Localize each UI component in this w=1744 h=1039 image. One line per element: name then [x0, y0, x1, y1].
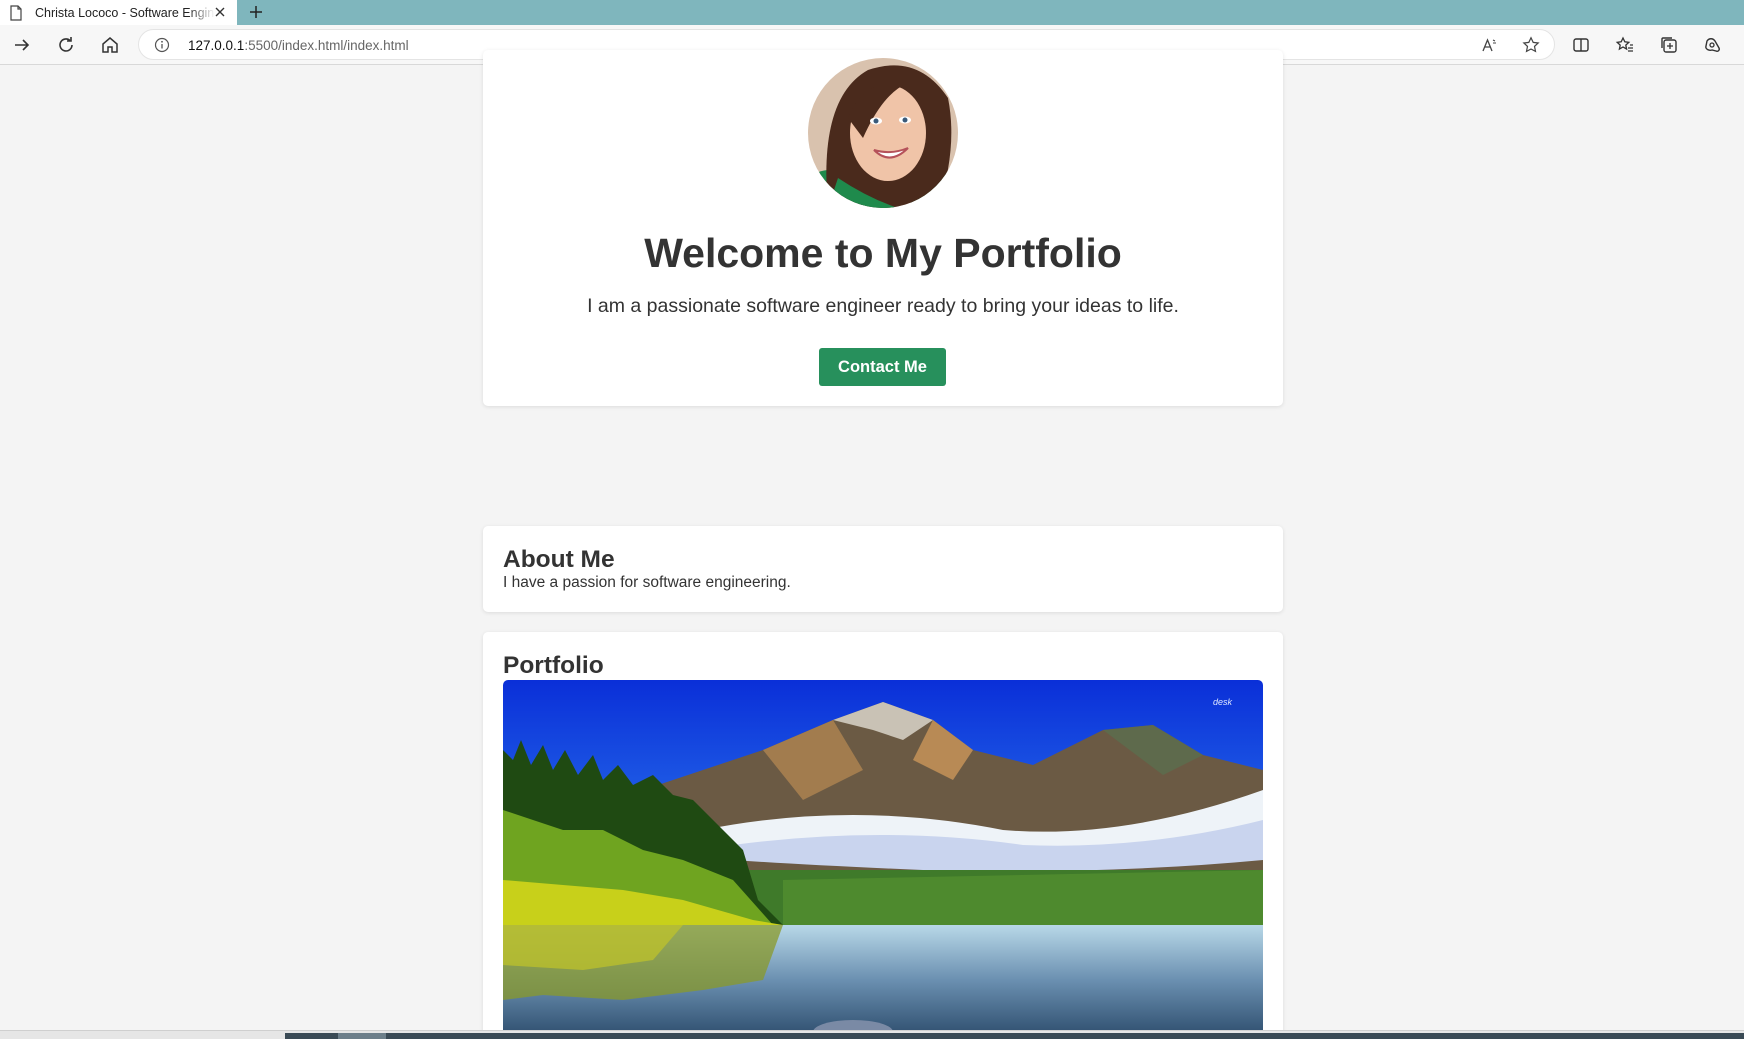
read-aloud-icon[interactable]	[1481, 36, 1499, 54]
tab-title: Christa Lococo - Software Engineer	[35, 5, 215, 20]
profile-photo	[808, 58, 958, 208]
taskbar-active-segment	[338, 1033, 386, 1039]
svg-text:desk: desk	[1213, 697, 1233, 707]
split-screen-icon[interactable]	[1569, 33, 1593, 57]
contact-me-button[interactable]: Contact Me	[819, 348, 946, 386]
collections-icon[interactable]	[1657, 33, 1681, 57]
portfolio-landscape-image: desk	[503, 680, 1263, 1036]
info-icon[interactable]	[154, 37, 170, 53]
hero-title: Welcome to My Portfolio	[644, 230, 1122, 276]
about-text: I have a passion for software engineerin…	[503, 574, 791, 591]
home-icon[interactable]	[98, 33, 122, 57]
favorites-icon[interactable]	[1613, 33, 1637, 57]
browser-tab[interactable]: Christa Lococo - Software Engineer	[0, 0, 237, 25]
document-icon	[9, 4, 23, 21]
portfolio-heading: Portfolio	[503, 652, 604, 679]
forward-icon[interactable]	[10, 33, 34, 57]
taskbar-dark-segment	[285, 1033, 1744, 1039]
favorite-star-icon[interactable]	[1522, 36, 1540, 54]
address-url[interactable]: 127.0.0.1:5500/index.html/index.html	[188, 38, 409, 53]
taskbar-edge	[0, 1030, 1744, 1039]
about-section: About Me I have a passion for software e…	[483, 526, 1283, 612]
new-tab-icon[interactable]	[245, 1, 267, 23]
hero-section: Welcome to My Portfolio I am a passionat…	[483, 50, 1283, 406]
about-heading: About Me	[503, 546, 615, 573]
portfolio-section: Portfolio desk	[483, 632, 1283, 1039]
copilot-icon[interactable]	[1701, 33, 1725, 57]
hero-subtitle: I am a passionate software engineer read…	[587, 295, 1179, 317]
tab-strip: Christa Lococo - Software Engineer	[0, 0, 1744, 25]
close-icon[interactable]	[212, 4, 228, 20]
refresh-icon[interactable]	[54, 33, 78, 57]
